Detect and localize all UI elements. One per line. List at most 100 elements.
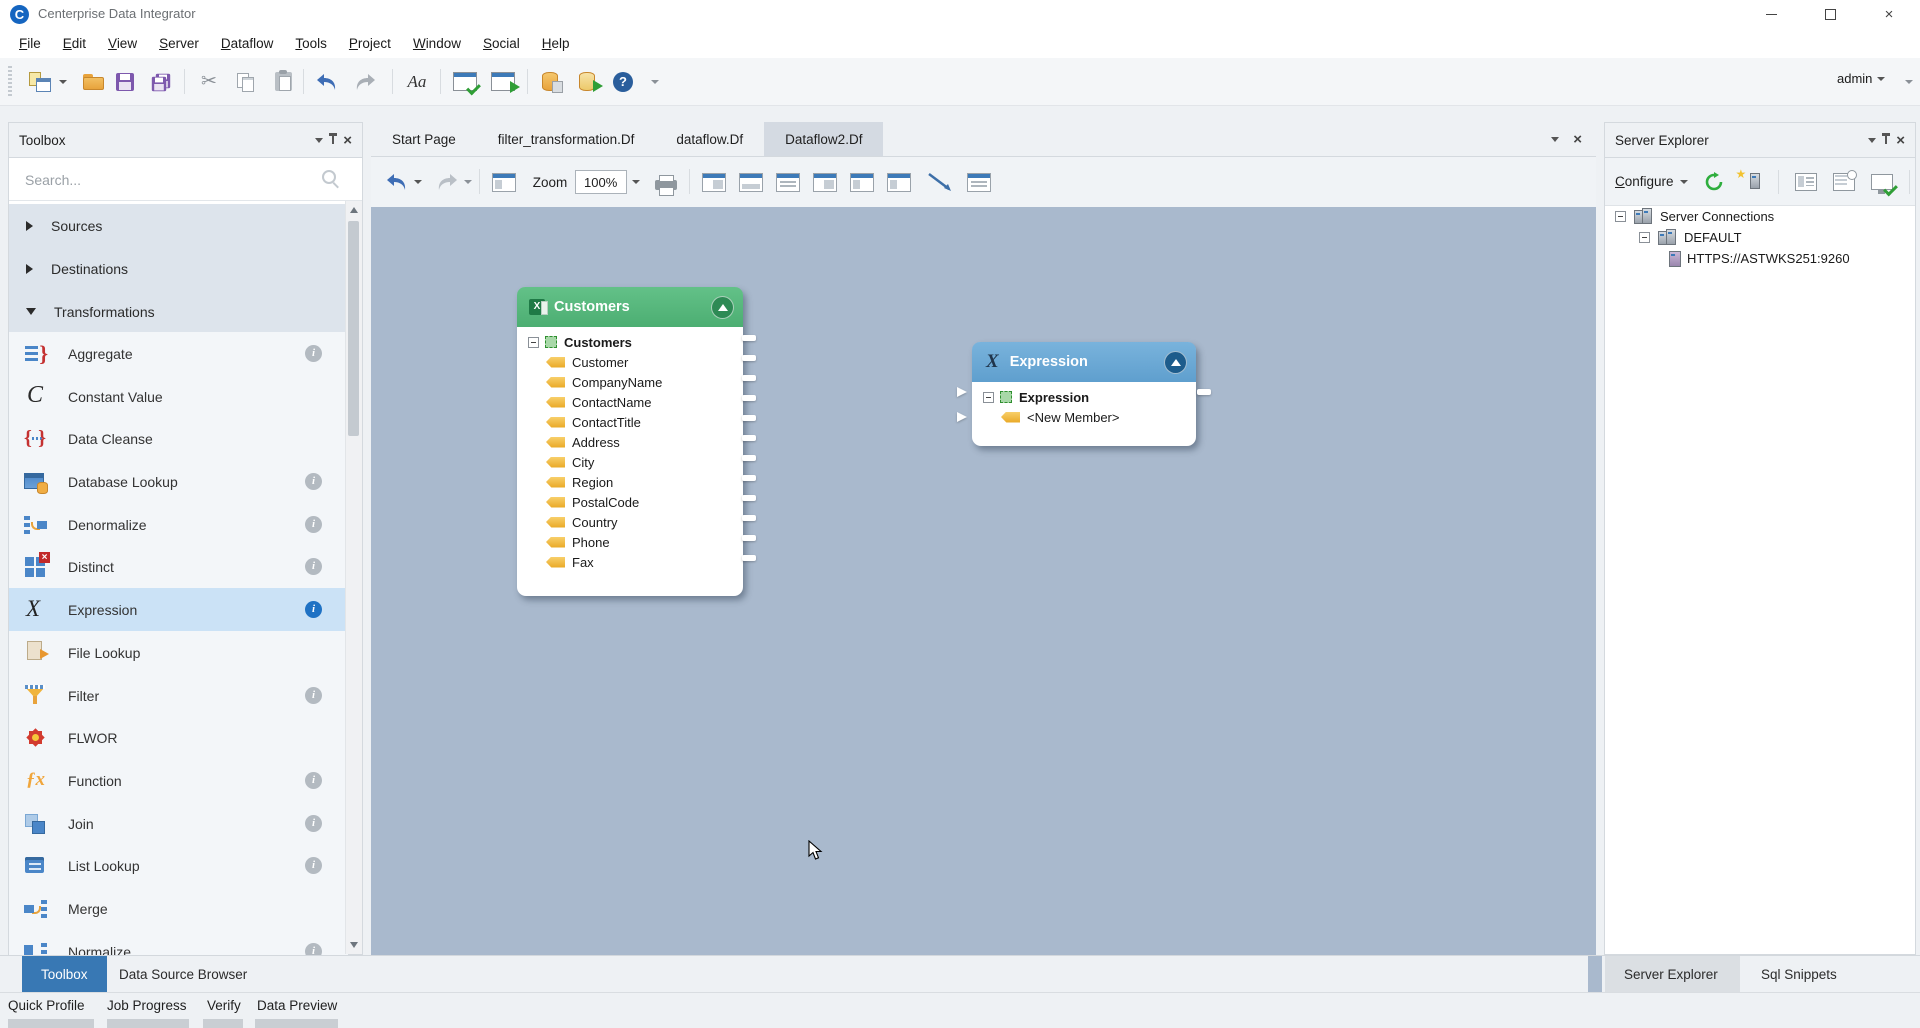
menu-help[interactable]: Help [531,29,581,58]
tree-collapse-icon[interactable] [1615,211,1626,222]
push-job-button[interactable] [572,68,602,95]
minimize-button[interactable] [1748,0,1794,29]
tab-start-page[interactable]: Start Page [371,122,477,156]
menu-edit[interactable]: Edit [52,29,97,58]
field-row[interactable]: Phone [517,532,743,552]
info-icon[interactable]: i [305,772,322,789]
output-port[interactable] [742,335,756,341]
field-row[interactable]: Country [517,512,743,532]
toolbox-section-destinations[interactable]: Destinations [9,247,348,291]
menu-dataflow[interactable]: Dataflow [210,29,285,58]
maximize-button[interactable] [1807,0,1853,29]
input-port[interactable] [957,412,967,422]
input-port[interactable] [957,387,967,397]
dock-tab-sql-snippets[interactable]: Sql Snippets [1742,956,1856,993]
canvas-redo-dropdown[interactable] [462,170,474,194]
toolbox-item-file-lookup[interactable]: File Lookupi [9,631,348,674]
open-button[interactable] [80,68,108,95]
scroll-down-icon[interactable] [350,942,358,948]
auto-layout-horizontal-button[interactable] [699,170,729,194]
tab-filter-transformation[interactable]: filter_transformation.Df [477,122,656,156]
copy-button[interactable] [233,68,259,95]
add-server-icon[interactable]: ★ [1740,173,1762,190]
close-button[interactable]: × [1866,0,1912,29]
toolbox-item-filter[interactable]: Filteri [9,674,348,717]
field-row[interactable]: ContactTitle [517,412,743,432]
menu-tools[interactable]: Tools [284,29,338,58]
info-icon[interactable]: i [305,857,322,874]
toolbar-overflow[interactable] [648,68,662,95]
field-row[interactable]: Customer [517,352,743,372]
expand-all-button[interactable] [884,170,914,194]
output-port[interactable] [742,435,756,441]
info-icon[interactable]: i [305,815,322,832]
toolbox-section-transformations[interactable]: Transformations [9,290,348,334]
info-icon[interactable]: i [305,473,322,490]
toolbox-scrollbar[interactable] [345,201,362,954]
menu-file[interactable]: File [8,29,52,58]
new-button[interactable] [26,68,54,95]
new-member-row[interactable]: <New Member> [972,407,1196,427]
verify-dataflow-button[interactable] [450,68,480,95]
server-explorer-menu-icon[interactable] [1868,138,1876,143]
info-icon[interactable]: i [305,516,322,533]
toolbox-menu-icon[interactable] [315,138,323,143]
toolbox-item-database-lookup[interactable]: Database Lookupi [9,460,348,503]
field-row[interactable]: City [517,452,743,472]
toolbox-item-join[interactable]: Joini [9,802,348,845]
draw-link-button[interactable] [923,170,957,194]
server-properties-icon[interactable] [1795,173,1817,191]
output-port[interactable] [742,475,756,481]
info-icon[interactable]: i [305,687,322,704]
tree-collapse-icon[interactable] [1639,232,1650,243]
status-quick-profile[interactable]: Quick Profile [8,998,85,1013]
save-all-button[interactable] [146,68,176,95]
font-button[interactable]: Aa [402,68,432,95]
dataflow-canvas[interactable]: X Customers Customers Customer CompanyNa… [371,207,1596,955]
scrollbar-thumb[interactable] [348,221,359,436]
server-explorer-close-icon[interactable]: × [1896,133,1905,148]
scroll-up-icon[interactable] [350,207,358,213]
menu-window[interactable]: Window [402,29,472,58]
toolbox-item-data-cleanse[interactable]: Data Cleansei [9,417,348,460]
toolbox-item-distinct[interactable]: Distincti [9,545,348,588]
output-port[interactable] [1197,389,1211,395]
canvas-undo-button[interactable] [382,170,412,194]
customers-node-header[interactable]: X Customers [517,287,743,327]
output-port[interactable] [742,355,756,361]
print-button[interactable] [651,170,681,194]
job-queue-button[interactable] [536,68,564,95]
toolbox-search-input[interactable] [23,166,307,194]
refresh-icon[interactable] [1704,172,1724,192]
menu-server[interactable]: Server [148,29,210,58]
customers-root-row[interactable]: Customers [517,332,743,352]
expression-root-row[interactable]: Expression [972,387,1196,407]
auto-layout-vertical-button[interactable] [736,170,766,194]
help-button[interactable]: ? [610,68,636,95]
save-button[interactable] [112,68,138,95]
toolbar-options[interactable] [1903,68,1915,95]
info-icon[interactable]: i [305,345,322,362]
paste-button[interactable] [270,68,296,95]
dock-tab-server-explorer[interactable]: Server Explorer [1605,956,1740,993]
server-explorer-pin-icon[interactable] [1885,136,1887,144]
tab-close-icon[interactable]: × [1573,132,1582,147]
zoom-dropdown[interactable] [629,170,643,194]
canvas-redo-button[interactable] [432,170,462,194]
field-row[interactable]: Address [517,432,743,452]
output-port[interactable] [742,555,756,561]
output-port[interactable] [742,415,756,421]
user-menu[interactable]: admin [1837,71,1885,86]
configure-dropdown[interactable]: Configure [1615,174,1688,189]
dock-tab-toolbox[interactable]: Toolbox [22,956,107,993]
tree-item-server-connections[interactable]: Server Connections [1605,206,1915,227]
collapse-all-button[interactable] [810,170,840,194]
toolbox-item-constant-value[interactable]: Constant Valuei [9,375,348,418]
redo-button[interactable] [350,68,380,95]
expression-node-header[interactable]: X Expression [972,342,1196,382]
undo-button[interactable] [312,68,342,95]
output-port[interactable] [742,375,756,381]
status-verify[interactable]: Verify [207,998,241,1013]
status-job-progress[interactable]: Job Progress [107,998,187,1013]
field-row[interactable]: PostalCode [517,492,743,512]
